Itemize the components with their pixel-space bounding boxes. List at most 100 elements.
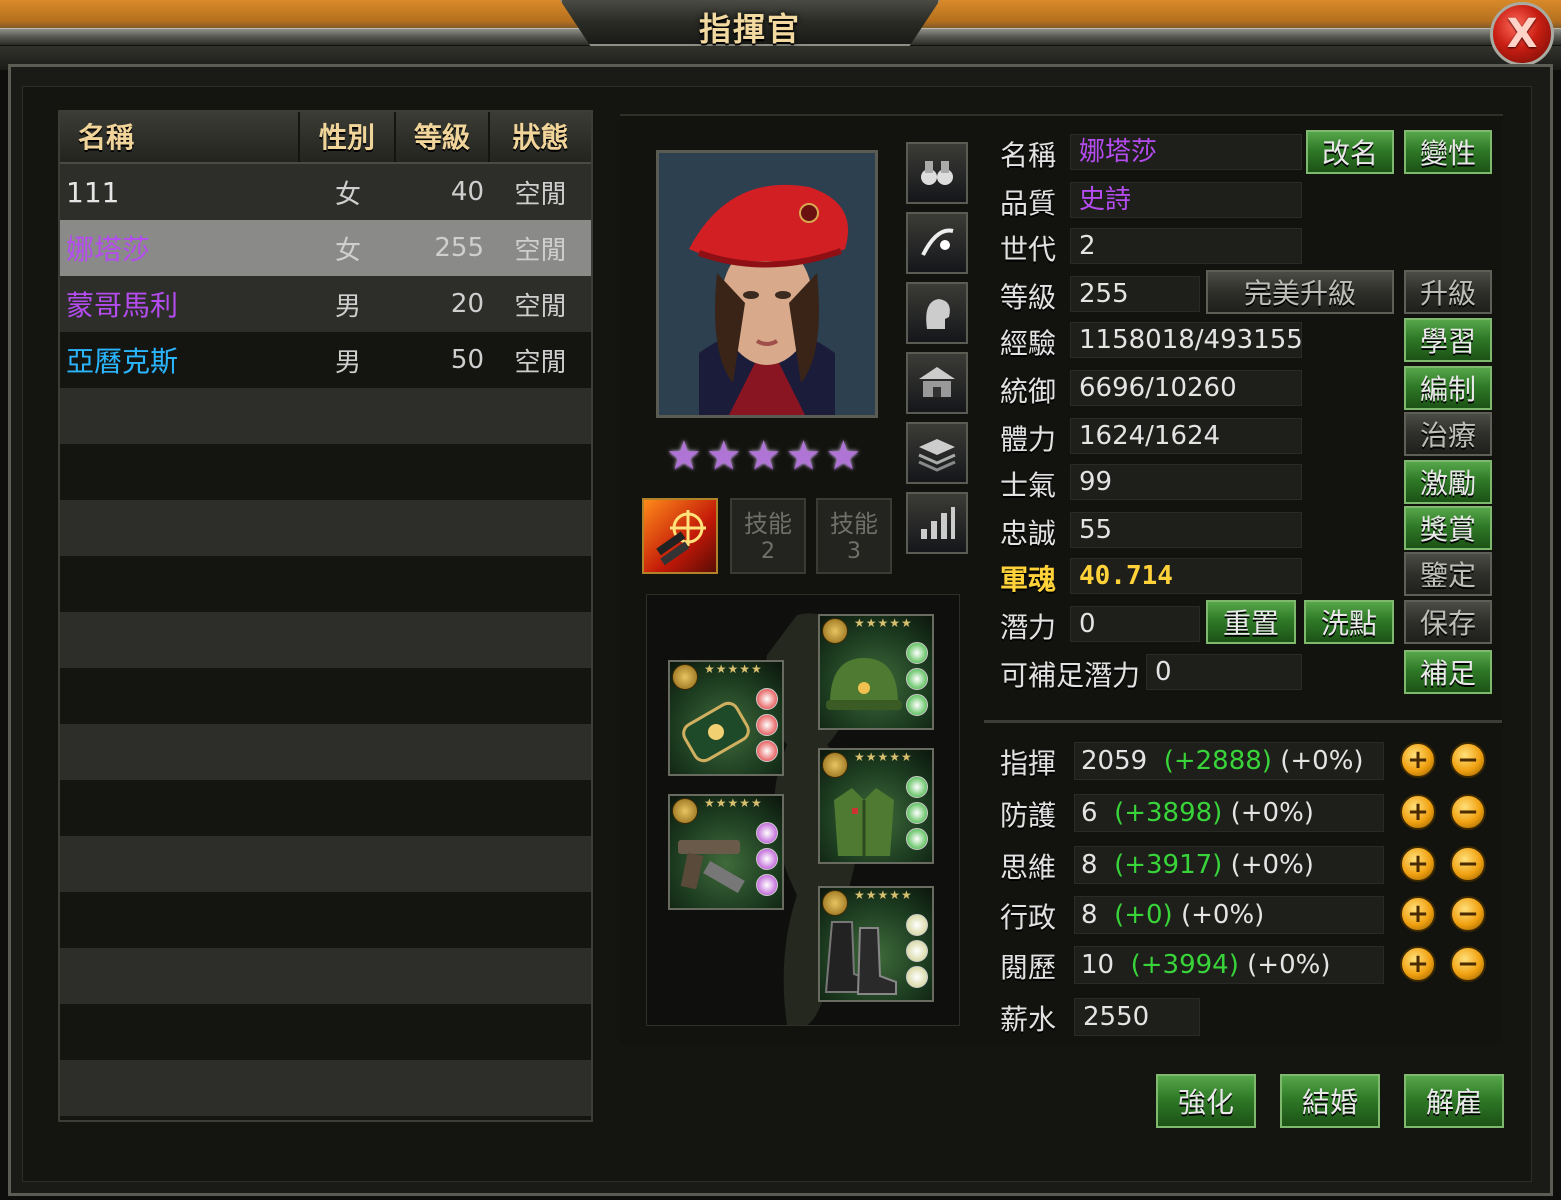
rank-badge-icon — [672, 664, 698, 690]
uniform-equipment-slot[interactable]: ★★★★★ — [818, 748, 934, 864]
close-button[interactable]: X — [1490, 2, 1554, 66]
stat-value: 8 (+0) (+0%) — [1074, 896, 1384, 934]
name-label: 名稱 — [1000, 139, 1057, 172]
soul-label: 軍魂 — [1000, 563, 1057, 596]
wash-points-button[interactable]: 洗點 — [1304, 600, 1394, 644]
skill-slot-number: 2 — [761, 538, 775, 564]
gem-slots — [906, 776, 928, 850]
helmet-icon — [826, 658, 902, 710]
stat-base: 6 — [1081, 798, 1098, 828]
soul-value: 40.714 — [1070, 558, 1302, 594]
potential-label: 潛力 — [1000, 611, 1057, 644]
stat-percent: (+0%) — [1230, 798, 1314, 828]
commander-status: 空閒 — [514, 179, 567, 210]
empty-row — [60, 948, 591, 1004]
stat-plus-button[interactable]: + — [1400, 846, 1436, 882]
encourage-button[interactable]: 激勵 — [1404, 460, 1492, 504]
list-item[interactable]: 111 女 40 空閒 — [60, 164, 591, 220]
gem-icon — [906, 966, 928, 988]
empty-row — [60, 444, 591, 500]
stamina-label: 體力 — [1000, 423, 1057, 456]
refill-potential-label: 可補足潛力 — [1000, 659, 1141, 692]
stat-minus-button[interactable]: − — [1450, 846, 1486, 882]
stat-minus-button[interactable]: − — [1450, 742, 1486, 778]
list-item[interactable]: 蒙哥馬利 男 20 空閒 — [60, 276, 591, 332]
change-gender-button[interactable]: 變性 — [1404, 130, 1492, 174]
organize-button[interactable]: 編制 — [1404, 366, 1492, 410]
stat-plus-button[interactable]: + — [1400, 896, 1436, 932]
morale-value: 99 — [1070, 464, 1302, 500]
head-icon[interactable] — [906, 282, 968, 344]
header-name[interactable]: 名稱 — [60, 112, 300, 162]
learn-button[interactable]: 學習 — [1404, 318, 1492, 362]
heal-button[interactable]: 治療 — [1404, 412, 1492, 456]
header-status[interactable]: 狀態 — [490, 112, 591, 162]
grade-stars: ★★★★★ — [854, 750, 913, 764]
generation-label: 世代 — [1000, 233, 1057, 266]
skill-slot-2[interactable]: 技能 2 — [730, 498, 806, 574]
rank-badge-icon — [822, 752, 848, 778]
marry-button[interactable]: 結婚 — [1280, 1074, 1380, 1128]
empty-row — [60, 668, 591, 724]
list-item[interactable]: 亞曆克斯 男 50 空閒 — [60, 332, 591, 388]
building-icon[interactable] — [906, 352, 968, 414]
skill-slot-3[interactable]: 技能 3 — [816, 498, 892, 574]
stat-minus-button[interactable]: − — [1450, 896, 1486, 932]
epaulette-equipment-slot[interactable]: ★★★★★ — [668, 660, 784, 776]
gem-icon — [756, 874, 778, 896]
skill-slot-number: 3 — [847, 538, 861, 564]
commander-name: 蒙哥馬利 — [66, 289, 179, 322]
gem-icon — [906, 828, 928, 850]
empty-row — [60, 780, 591, 836]
reward-button[interactable]: 獎賞 — [1404, 506, 1492, 550]
rename-button[interactable]: 改名 — [1306, 130, 1394, 174]
list-header: 名稱 性別 等級 狀態 — [60, 112, 591, 164]
star-icon: ★ — [825, 433, 862, 479]
dismiss-button[interactable]: 解雇 — [1404, 1074, 1504, 1128]
helmet-equipment-slot[interactable]: ★★★★★ — [818, 614, 934, 730]
commander-name: 娜塔莎 — [66, 233, 151, 266]
upgrade-button[interactable]: 升級 — [1404, 270, 1492, 314]
refill-button[interactable]: 補足 — [1404, 650, 1492, 694]
gem-icon — [756, 740, 778, 762]
commander-list: 名稱 性別 等級 狀態 111 女 40 空閒 娜塔莎 女 255 空閒 蒙哥馬… — [58, 110, 593, 1122]
layers-icon[interactable] — [906, 422, 968, 484]
grade-stars: ★★★★★ — [704, 662, 763, 676]
stat-plus-button[interactable]: + — [1400, 946, 1436, 982]
gem-icon — [756, 848, 778, 870]
flash-icon[interactable] — [906, 212, 968, 274]
stat-base: 10 — [1081, 950, 1115, 980]
save-button[interactable]: 保存 — [1404, 600, 1492, 644]
portrait-image — [659, 153, 875, 415]
boots-equipment-slot[interactable]: ★★★★★ — [818, 886, 934, 1002]
empty-row — [60, 1060, 591, 1116]
chart-icon[interactable] — [906, 492, 968, 554]
pistol-equipment-slot[interactable]: ★★★★★ — [668, 794, 784, 910]
skill-slot-1[interactable] — [642, 498, 718, 574]
header-gender[interactable]: 性別 — [300, 112, 396, 162]
perfect-upgrade-button[interactable]: 完美升級 — [1206, 270, 1394, 314]
level-value: 255 — [1070, 276, 1200, 312]
stat-label: 防護 — [1000, 799, 1057, 832]
list-item-selected[interactable]: 娜塔莎 女 255 空閒 — [60, 220, 591, 276]
empty-row — [60, 388, 591, 444]
side-icon-column — [906, 142, 968, 562]
stat-bonus: (+2888) — [1163, 746, 1272, 776]
commander-name: 111 — [66, 175, 120, 209]
commander-gender: 男 — [334, 347, 361, 378]
stat-minus-button[interactable]: − — [1450, 794, 1486, 830]
commander-level: 40 — [450, 177, 484, 207]
rank-badge-icon — [822, 618, 848, 644]
stat-minus-button[interactable]: − — [1450, 946, 1486, 982]
binoculars-icon[interactable] — [906, 142, 968, 204]
stat-plus-button[interactable]: + — [1400, 794, 1436, 830]
appraise-button[interactable]: 鑒定 — [1404, 552, 1492, 596]
command-label: 統御 — [1000, 375, 1057, 408]
header-level[interactable]: 等級 — [396, 112, 490, 162]
stat-plus-button[interactable]: + — [1400, 742, 1436, 778]
skill-slot-label: 技能 — [830, 509, 878, 538]
strengthen-button[interactable]: 強化 — [1156, 1074, 1256, 1128]
reset-button[interactable]: 重置 — [1206, 600, 1296, 644]
uniform-icon — [834, 788, 894, 856]
grade-stars: ★★★★★ — [704, 796, 763, 810]
